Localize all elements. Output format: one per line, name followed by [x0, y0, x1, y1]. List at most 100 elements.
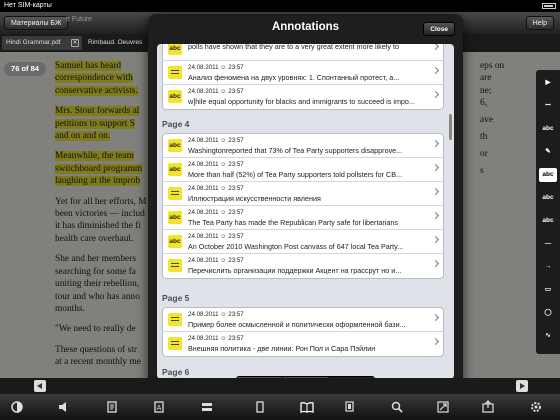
- chevron-right-icon: [431, 337, 440, 346]
- page-counter: 76 of 84: [4, 62, 46, 76]
- annotation-text: Анализ феномена на двух уровнях: 1. Спон…: [188, 73, 400, 82]
- carrier-label: Нет SIM-карты: [4, 2, 52, 9]
- annotation-group: abc 24.08.2011 ☺ 23:57 Washingtonreported …: [162, 133, 444, 279]
- page-section-header: Page 4: [162, 119, 190, 129]
- settings-icon[interactable]: [529, 400, 543, 414]
- note-icon: [168, 259, 182, 272]
- annotations-list[interactable]: abc polls have shown that they are to a v…: [157, 44, 454, 379]
- annotation-tool-8-icon[interactable]: →: [539, 260, 557, 274]
- zoom-icon[interactable]: [436, 400, 450, 414]
- chevron-right-icon: [431, 66, 440, 75]
- annotation-text: Пример более осмысленной и политически о…: [188, 320, 406, 329]
- help-button[interactable]: Help: [525, 16, 554, 30]
- page-section-header: Page 5: [162, 293, 190, 303]
- annotation-row[interactable]: abc 24.08.2011 ☺ 23:57 w]hile equal opport…: [163, 85, 443, 109]
- popover-header: Annotations Close: [148, 14, 463, 42]
- layout-icon[interactable]: [200, 400, 214, 414]
- share-icon[interactable]: [481, 400, 495, 414]
- annotation-text: w]hile equal opportunity for blacks and …: [188, 97, 415, 106]
- text-icon[interactable]: A: [152, 400, 166, 414]
- note-icon: [168, 187, 182, 200]
- annotation-toolbar: ▶ ꟷ abc ✎ abc abc abc — → ▭ ◯ ∿: [536, 70, 560, 354]
- annotation-date: 24.08.2011 ☺ 23:57: [188, 88, 244, 95]
- annotation-tool-2-icon[interactable]: abc: [539, 122, 557, 136]
- annotation-date: 24.08.2011 ☺ 23:57: [188, 137, 244, 144]
- chevron-right-icon: [431, 90, 440, 99]
- highlight-icon: abc: [168, 44, 182, 55]
- annotations-popover: Annotations Close abc polls have shown th…: [148, 14, 463, 394]
- annotation-tool-0-icon[interactable]: ▶: [539, 76, 557, 90]
- annotation-tool-1-icon[interactable]: ꟷ: [539, 99, 557, 113]
- thumbnails-icon[interactable]: [343, 400, 357, 414]
- close-tab-icon[interactable]: ✕: [71, 39, 79, 47]
- annotation-row[interactable]: 24.08.2011 ☺ 23:57 Перечислить организаци…: [163, 254, 443, 278]
- previous-page-arrow-icon[interactable]: [34, 380, 46, 392]
- annotation-row[interactable]: 24.08.2011 ☺ 23:57 Иллюстрация искусствен…: [163, 182, 443, 206]
- annotation-date: 24.08.2011 ☺ 23:57: [188, 335, 244, 342]
- highlight-icon: abc: [168, 139, 182, 152]
- annotation-row[interactable]: 24.08.2011 ☺ 23:57 Анализ феномена на дву…: [163, 61, 443, 85]
- battery-icon: [542, 3, 556, 9]
- annotation-tool-7-icon[interactable]: —: [539, 237, 557, 251]
- single-page-icon[interactable]: [253, 400, 267, 414]
- chevron-right-icon: [431, 187, 440, 196]
- annotation-row[interactable]: abc polls have shown that they are to a v…: [163, 44, 443, 61]
- annotation-tool-6-icon[interactable]: abc: [539, 214, 557, 228]
- annotation-row[interactable]: abc 24.08.2011 ☺ 23:57 An October 2010 Was…: [163, 230, 443, 254]
- next-page-arrow-icon[interactable]: [516, 380, 528, 392]
- thumbnail-strip: [0, 378, 560, 394]
- page-section-header: Page 6: [162, 367, 190, 377]
- annotation-tool-3-icon[interactable]: ✎: [539, 145, 557, 159]
- chevron-right-icon: [431, 139, 440, 148]
- tab-rimbaud[interactable]: Rimbaud. Oeuvres: [84, 36, 154, 50]
- chevron-right-icon: [431, 44, 440, 51]
- annotation-row[interactable]: abc 24.08.2011 ☺ 23:57 Washingtonreported …: [163, 134, 443, 158]
- chevron-right-icon: [431, 211, 440, 220]
- annotation-date: 24.08.2011 ☺ 23:57: [188, 209, 244, 216]
- highlight-icon: abc: [168, 235, 182, 248]
- book-icon[interactable]: [300, 400, 314, 414]
- chevron-right-icon: [431, 235, 440, 244]
- note-icon: [168, 337, 182, 350]
- annotation-date: 24.08.2011 ☺ 23:57: [188, 64, 244, 71]
- chevron-right-icon: [431, 259, 440, 268]
- annotation-text: An October 2010 Washington Post canvass …: [188, 242, 404, 251]
- annotation-group: abc polls have shown that they are to a v…: [162, 44, 444, 110]
- highlight-icon: abc: [168, 90, 182, 103]
- bottom-toolbar: A: [0, 394, 560, 420]
- annotation-tool-4-icon[interactable]: abc: [539, 168, 557, 182]
- annotation-date: 24.08.2011 ☺ 23:57: [188, 185, 244, 192]
- annotation-tool-11-icon[interactable]: ∿: [539, 329, 557, 343]
- search-icon[interactable]: [390, 400, 404, 414]
- chevron-right-icon: [431, 313, 440, 322]
- annotation-date: 24.08.2011 ☺ 23:57: [188, 161, 244, 168]
- back-button[interactable]: Материалы БЖ: [4, 16, 69, 30]
- annotation-group: 24.08.2011 ☺ 23:57 Пример более осмысленн…: [162, 307, 444, 357]
- chevron-right-icon: [431, 163, 440, 172]
- annotation-text: Иллюстрация искусственности явления: [188, 194, 321, 203]
- tab-hindi-grammar[interactable]: Hindi Grammar.pdf ✕: [2, 36, 82, 50]
- annotation-date: 24.08.2011 ☺ 23:57: [188, 311, 244, 318]
- annotation-text: Перечислить организации поддержки Акцент…: [188, 266, 402, 275]
- annotation-text: polls have shown that they are to a very…: [188, 44, 399, 51]
- brightness-icon[interactable]: [10, 400, 24, 414]
- annotation-row[interactable]: 24.08.2011 ☺ 23:57 Внешняя политика - две…: [163, 332, 443, 356]
- popover-title: Annotations: [271, 21, 340, 33]
- annotation-text: Washingtonreported that 73% of Tea Party…: [188, 146, 403, 155]
- note-icon: [168, 313, 182, 326]
- annotation-date: 24.08.2011 ☺ 23:57: [188, 233, 244, 240]
- annotation-row[interactable]: 24.08.2011 ☺ 23:57 Пример более осмысленн…: [163, 308, 443, 332]
- close-button[interactable]: Close: [423, 22, 455, 36]
- annotation-tool-10-icon[interactable]: ◯: [539, 306, 557, 320]
- highlight-icon: abc: [168, 163, 182, 176]
- highlight-icon: abc: [168, 211, 182, 224]
- annotation-tool-9-icon[interactable]: ▭: [539, 283, 557, 297]
- svg-text:A: A: [157, 405, 162, 412]
- speaker-icon[interactable]: [57, 400, 71, 414]
- annotation-row[interactable]: abc 24.08.2011 ☺ 23:57 More than half (52%…: [163, 158, 443, 182]
- annotation-tool-5-icon[interactable]: abc: [539, 191, 557, 205]
- page-icon[interactable]: [105, 400, 119, 414]
- document-title: e Future: [66, 16, 93, 23]
- scroll-indicator: [449, 114, 452, 140]
- annotation-row[interactable]: abc 24.08.2011 ☺ 23:57 The Tea Party has m…: [163, 206, 443, 230]
